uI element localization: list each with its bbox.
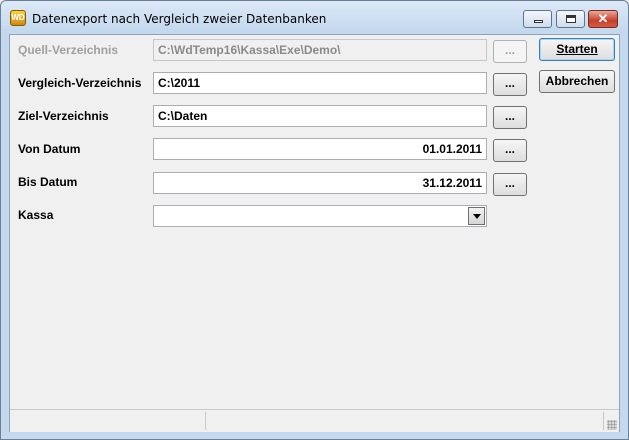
vergleich-verzeichnis-browse-button[interactable]: ...	[493, 73, 527, 96]
status-pane-1	[10, 412, 206, 430]
maximize-button[interactable]	[556, 10, 585, 28]
minimize-button[interactable]	[523, 10, 552, 28]
window-title: Datenexport nach Vergleich zweier Datenb…	[32, 12, 327, 26]
close-button[interactable]: ✕	[588, 10, 618, 28]
app-icon: WD	[10, 10, 26, 26]
main-window: WD Datenexport nach Vergleich zweier Dat…	[0, 0, 629, 440]
maximize-icon	[557, 11, 584, 27]
status-pane-2	[206, 412, 604, 430]
cancel-button[interactable]: Abbrechen	[539, 70, 615, 93]
ziel-verzeichnis-label: Ziel-Verzeichnis	[18, 109, 109, 123]
bis-datum-label: Bis Datum	[18, 175, 78, 189]
von-datum-picker-button[interactable]: ...	[493, 139, 527, 162]
minimize-icon	[524, 11, 551, 27]
ziel-verzeichnis-browse-button[interactable]: ...	[493, 106, 527, 129]
cancel-button-label: Abbrechen	[545, 74, 609, 88]
ziel-verzeichnis-field[interactable]: C:\Daten	[153, 105, 487, 127]
quell-verzeichnis-browse-button: ...	[493, 40, 527, 63]
start-button-label: Starten	[556, 42, 598, 56]
title-bar[interactable]: WD Datenexport nach Vergleich zweier Dat…	[1, 1, 628, 35]
chevron-down-icon[interactable]	[468, 207, 485, 225]
bis-datum-field[interactable]: 31.12.2011	[153, 172, 487, 194]
von-datum-field[interactable]: 01.01.2011	[153, 138, 487, 160]
von-datum-label: Von Datum	[18, 142, 81, 156]
vergleich-verzeichnis-field[interactable]: C:\2011	[153, 72, 487, 94]
close-icon: ✕	[597, 11, 609, 26]
kassa-label: Kassa	[18, 208, 54, 222]
resize-grip-icon[interactable]	[607, 420, 617, 430]
quell-verzeichnis-field: C:\WdTemp16\Kassa\Exe\Demo\	[153, 39, 487, 61]
dialog-client-area: Quell-Verzeichnis C:\WdTemp16\Kassa\Exe\…	[9, 34, 620, 432]
status-bar	[10, 409, 619, 432]
kassa-dropdown[interactable]	[153, 205, 487, 227]
bis-datum-picker-button[interactable]: ...	[493, 173, 527, 196]
quell-verzeichnis-label: Quell-Verzeichnis	[18, 43, 119, 57]
start-button[interactable]: Starten	[539, 38, 615, 61]
vergleich-verzeichnis-label: Vergleich-Verzeichnis	[18, 76, 142, 90]
